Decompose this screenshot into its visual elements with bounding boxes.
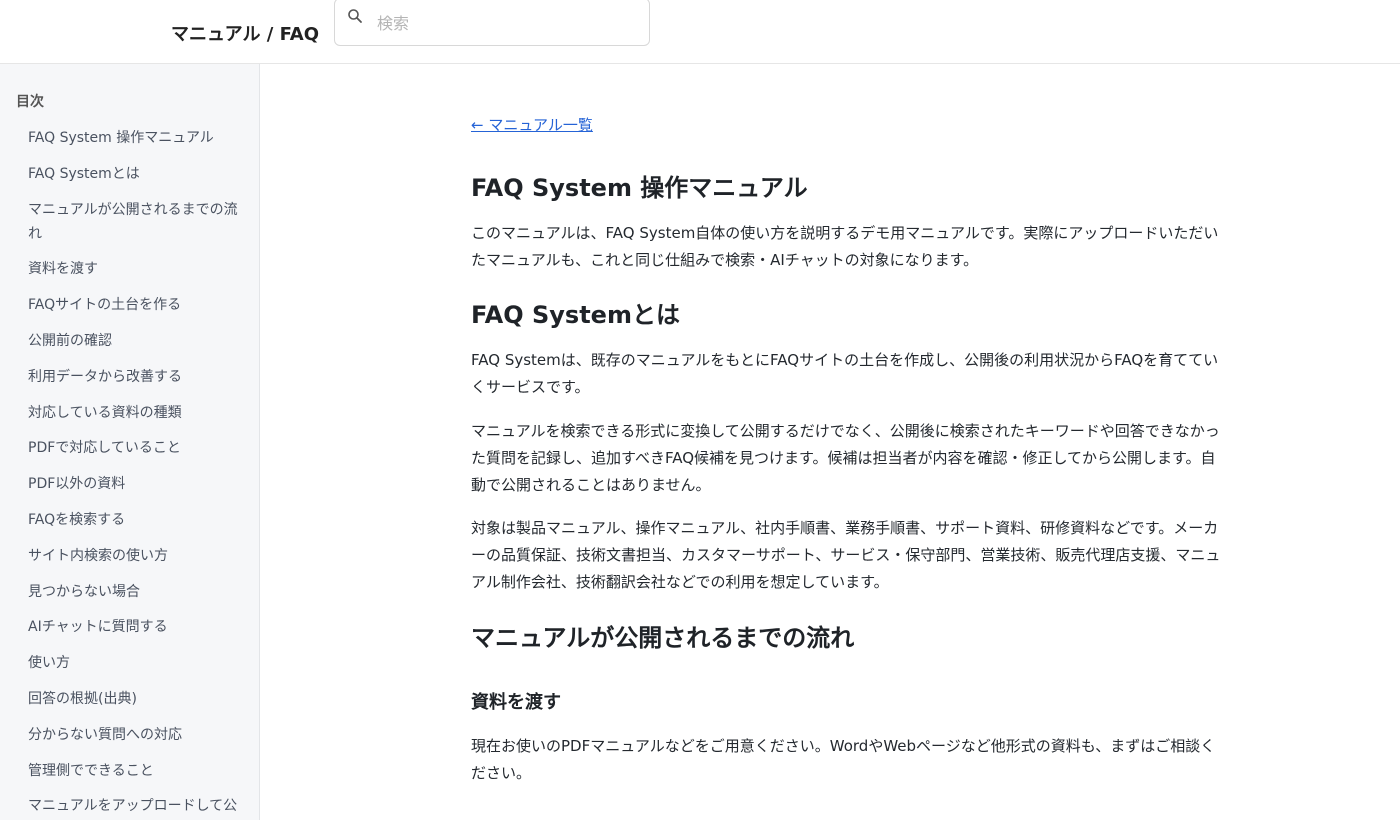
subsection-heading-provide-materials: 資料を渡す — [471, 692, 561, 713]
back-to-manual-list-link[interactable]: ← マニュアル一覧 — [471, 114, 593, 135]
toc-item[interactable]: FAQ Systemとは — [0, 162, 259, 186]
toc-item[interactable]: FAQを検索する — [0, 508, 259, 532]
about-paragraph-2: マニュアルを検索できる形式に変換して公開するだけでなく、公開後に検索されたキーワ… — [471, 422, 1220, 494]
top-header: マニュアル / FAQ — [0, 0, 1400, 64]
toc-heading: 目次 — [16, 94, 44, 110]
toc-item[interactable]: 使い方 — [0, 651, 259, 675]
toc-item[interactable]: 公開前の確認 — [0, 329, 259, 353]
search-input[interactable] — [377, 9, 637, 37]
toc-item[interactable]: サイト内検索の使い方 — [0, 544, 259, 568]
toc-item[interactable]: マニュアルをアップロードして公開する — [0, 794, 259, 820]
toc-item[interactable]: PDFで対応していること — [0, 436, 259, 460]
provide-materials-paragraph: 現在お使いのPDFマニュアルなどをご用意ください。WordやWebページなど他形… — [471, 737, 1216, 782]
toc-item[interactable]: マニュアルが公開されるまでの流れ — [0, 198, 259, 246]
toc-item[interactable]: 管理側でできること — [0, 759, 259, 783]
toc-item[interactable]: 見つからない場合 — [0, 580, 259, 604]
about-paragraph-1: FAQ Systemは、既存のマニュアルをもとにFAQサイトの土台を作成し、公開… — [471, 351, 1219, 396]
toc-item[interactable]: FAQ System 操作マニュアル — [0, 126, 259, 150]
search-icon — [347, 8, 363, 24]
toc-list: FAQ System 操作マニュアル FAQ Systemとは マニュアルが公開… — [0, 126, 259, 820]
intro-paragraph: このマニュアルは、FAQ System自体の使い方を説明するデモ用マニュアルです… — [471, 224, 1219, 269]
toc-item[interactable]: 資料を渡す — [0, 257, 259, 281]
toc-item[interactable]: FAQサイトの土台を作る — [0, 293, 259, 317]
section-heading-about: FAQ Systemとは — [471, 301, 680, 329]
toc-item[interactable]: 利用データから改善する — [0, 365, 259, 389]
toc-item[interactable]: AIチャットに質問する — [0, 615, 259, 639]
section-heading-flow: マニュアルが公開されるまでの流れ — [471, 624, 855, 652]
toc-item[interactable]: 回答の根拠(出典) — [0, 687, 259, 711]
about-paragraph-3: 対象は製品マニュアル、操作マニュアル、社内手順書、業務手順書、サポート資料、研修… — [471, 519, 1221, 591]
toc-item[interactable]: PDF以外の資料 — [0, 472, 259, 496]
toc-item[interactable]: 分からない質問への対応 — [0, 723, 259, 747]
toc-sidebar: 目次 FAQ System 操作マニュアル FAQ Systemとは マニュアル… — [0, 64, 260, 820]
toc-item[interactable]: 対応している資料の種類 — [0, 401, 259, 425]
site-title[interactable]: マニュアル / FAQ — [171, 20, 319, 46]
search-box[interactable] — [334, 0, 650, 46]
page-title: FAQ System 操作マニュアル — [471, 174, 808, 202]
